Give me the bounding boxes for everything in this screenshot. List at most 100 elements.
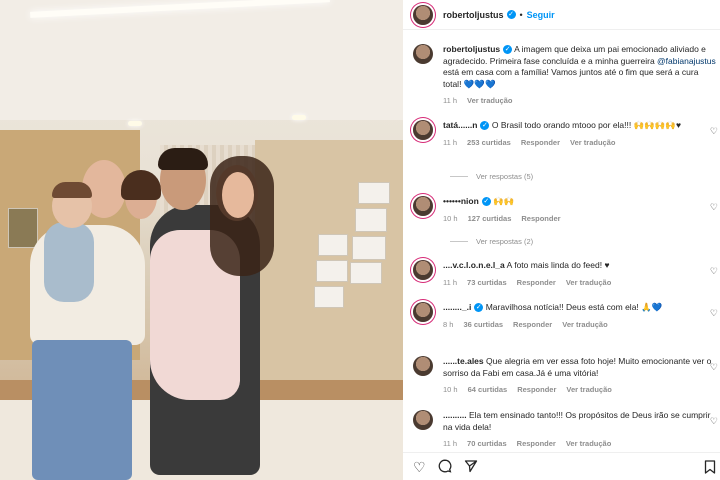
comments-list[interactable]: robertoljustus ✓ A imagem que deixa um pa… [403, 38, 720, 450]
comment-icon[interactable] [438, 459, 452, 475]
comment-item: tatá......n ✓ O Brasil todo orando mtooo … [413, 120, 718, 148]
view-replies-label: Ver respostas (2) [476, 237, 534, 246]
photo-wall-frame [318, 234, 348, 256]
comment-username[interactable]: ........_.i [443, 302, 471, 312]
photo-spotlight [292, 115, 306, 120]
post-photo [0, 0, 403, 480]
comment-text: Que alegria em ver essa foto hoje! Muito… [443, 356, 712, 378]
comment-time: 11 h [443, 277, 458, 287]
comment-avatar[interactable] [413, 302, 433, 322]
verified-badge-icon: ✓ [480, 121, 490, 131]
bookmark-icon[interactable] [704, 460, 716, 477]
replies-divider [450, 176, 468, 177]
comment-item: ......te.ales Que alegria em ver essa fo… [413, 356, 718, 396]
photo-spotlight [128, 121, 142, 126]
author-username[interactable]: robertoljustus [443, 10, 504, 20]
photo-wall-frame [314, 286, 344, 308]
comment-likes[interactable]: 127 curtidas [468, 213, 512, 225]
caption-time: 11 h [443, 96, 458, 105]
caption-text-end: está em casa com a família! Vamos juntos… [443, 67, 699, 89]
comment-text: A foto mais linda do feed! ♥ [506, 260, 610, 270]
comment-likes[interactable]: 64 curtidas [468, 384, 508, 396]
heart-icon[interactable]: ♡ [710, 202, 718, 213]
comment-avatar[interactable] [413, 356, 433, 376]
photo-wall-frame [358, 182, 390, 204]
comment-text: Ela tem ensinado tanto!!! Os propósitos … [443, 410, 711, 432]
photo-hair-baby [52, 182, 92, 198]
photo-wall-frame [316, 260, 348, 282]
photo-person-baby [44, 222, 94, 302]
comment-time: 8 h [443, 319, 454, 329]
heart-icon[interactable]: ♡ [413, 460, 426, 474]
comment-item: ........_.i ✓ Maravilhosa notícia!! Deus … [413, 302, 718, 330]
verified-badge-icon: ✓ [503, 45, 513, 55]
author-avatar[interactable] [413, 4, 433, 25]
photo-wall-frame [355, 208, 387, 232]
heart-icon[interactable]: ♡ [710, 416, 718, 427]
translate-link[interactable]: Ver tradução [562, 319, 607, 331]
post-header: robertoljustus ✓ • Seguir [403, 0, 720, 30]
verified-badge-icon: ✓ [481, 197, 491, 207]
reply-button[interactable]: Responder [513, 319, 552, 331]
translate-link[interactable]: Ver tradução [570, 137, 615, 149]
translate-link[interactable]: Ver tradução [566, 384, 611, 396]
photo-hair-girl [121, 170, 161, 200]
comment-username[interactable]: ......te.ales [443, 356, 484, 366]
action-bar: ♡ [403, 452, 720, 480]
share-icon[interactable] [464, 459, 478, 475]
replies-divider [450, 241, 468, 242]
follow-button[interactable]: Seguir [527, 10, 555, 20]
header-separator: • [519, 9, 523, 20]
comment-time: 10 h [443, 385, 458, 394]
comment-text: O Brasil todo orando mtooo por ela!!! 🙌🙌… [491, 120, 681, 130]
verified-badge-icon: ✓ [474, 303, 484, 313]
comment-likes[interactable]: 70 curtidas [467, 438, 507, 450]
comments-panel: robertoljustus ✓ • Seguir robertoljustus… [403, 0, 720, 480]
comment-likes[interactable]: 253 curtidas [467, 137, 511, 149]
reply-button[interactable]: Responder [517, 384, 556, 396]
caption-mention-link[interactable]: @fabianajustus [657, 56, 716, 66]
comment-item: ••••••nion ✓ 🙌🙌 10 h 127 curtidas Respond… [413, 196, 718, 224]
comment-username[interactable]: .......... [443, 410, 467, 420]
reply-button[interactable]: Responder [521, 137, 560, 149]
view-replies-button[interactable]: Ver respostas (2) [450, 237, 533, 246]
caption-translate-link[interactable]: Ver tradução [467, 95, 512, 107]
comment-username[interactable]: tatá......n [443, 120, 477, 130]
view-replies-button[interactable]: Ver respostas (5) [450, 172, 533, 181]
comment-time: 11 h [443, 439, 458, 448]
verified-badge-icon: ✓ [506, 10, 516, 19]
caption: robertoljustus ✓ A imagem que deixa um pa… [413, 44, 718, 107]
heart-icon[interactable]: ♡ [710, 362, 718, 373]
reply-button[interactable]: Responder [517, 438, 556, 450]
comment-username[interactable]: ....v.c.l.o.n.e.l_a [443, 260, 505, 270]
comment-avatar[interactable] [413, 120, 433, 140]
comment-text: 🙌🙌 [493, 196, 515, 206]
comment-avatar[interactable] [413, 196, 433, 216]
translate-link[interactable]: Ver tradução [566, 438, 611, 450]
comment-item: ....v.c.l.o.n.e.l_a A foto mais linda do… [413, 260, 718, 288]
translate-link[interactable]: Ver tradução [566, 277, 611, 289]
photo-wall-frame [350, 262, 382, 284]
reply-button[interactable]: Responder [521, 213, 560, 225]
comment-username[interactable]: ••••••nion [443, 196, 479, 206]
comment-avatar[interactable] [413, 260, 433, 280]
comment-time: 10 h [443, 213, 458, 223]
comment-item: .......... Ela tem ensinado tanto!!! Os … [413, 410, 718, 450]
comment-time: 11 h [443, 137, 458, 147]
heart-icon[interactable]: ♡ [710, 308, 718, 319]
caption-username[interactable]: robertoljustus [443, 44, 500, 54]
photo-ceiling [0, 0, 403, 120]
comment-avatar[interactable] [413, 410, 433, 430]
photo-hair-man [158, 148, 208, 170]
comment-likes[interactable]: 73 curtidas [467, 277, 507, 289]
photo-face-girl-right [222, 172, 254, 218]
photo-person-woman-jeans [32, 340, 132, 480]
caption-author-avatar[interactable] [413, 44, 433, 64]
view-replies-label: Ver respostas (5) [476, 172, 534, 181]
photo-wall-art [8, 208, 38, 248]
photo-wall-frame [352, 236, 386, 260]
heart-icon[interactable]: ♡ [710, 266, 718, 277]
reply-button[interactable]: Responder [517, 277, 556, 289]
comment-likes[interactable]: 36 curtidas [463, 319, 503, 331]
heart-icon[interactable]: ♡ [710, 126, 718, 137]
